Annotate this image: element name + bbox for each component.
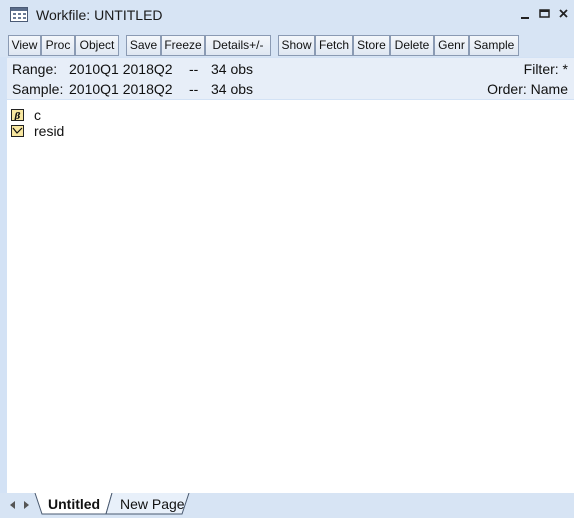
window-title: Workfile: UNTITLED (36, 7, 163, 23)
view-button[interactable]: View (8, 35, 41, 56)
restore-button[interactable] (536, 6, 552, 24)
svg-text:β: β (14, 112, 21, 120)
order-text[interactable]: Order: Name (487, 81, 568, 97)
page-tab-bar: Untitled New Page (0, 493, 574, 518)
maximize-icon (538, 9, 550, 18)
freeze-button[interactable]: Freeze (161, 35, 205, 56)
sample-label: Sample: (12, 81, 64, 97)
proc-button[interactable]: Proc (41, 35, 75, 56)
scroll-right-icon[interactable] (24, 501, 34, 509)
scroll-left-icon[interactable] (10, 501, 20, 509)
filter-text[interactable]: Filter: * (524, 61, 568, 77)
sample-button[interactable]: Sample (469, 35, 519, 56)
coefficient-vector-icon: β (11, 109, 24, 121)
object-name: resid (34, 123, 65, 139)
details-button[interactable]: Details+/- (205, 35, 271, 56)
sample-separator: -- (189, 81, 199, 97)
workfile-icon (10, 7, 28, 22)
minimize-icon (521, 17, 529, 19)
store-button[interactable]: Store (353, 35, 390, 56)
save-button[interactable]: Save (126, 35, 161, 56)
list-item-resid[interactable]: resid (11, 123, 131, 140)
fetch-button[interactable]: Fetch (315, 35, 353, 56)
title-bar[interactable]: Workfile: UNTITLED (0, 0, 574, 33)
show-button[interactable]: Show (278, 35, 315, 56)
list-item-c[interactable]: β c (11, 107, 131, 124)
genr-button[interactable]: Genr (434, 35, 469, 56)
workfile-window: Workfile: UNTITLED View Proc Object Save… (0, 0, 574, 518)
workfile-info-panel: Range: 2010Q1 2018Q2 -- 34 obs Filter: *… (7, 58, 574, 99)
object-button[interactable]: Object (75, 35, 119, 56)
sample-value[interactable]: 2010Q1 2018Q2 (69, 81, 173, 97)
delete-button[interactable]: Delete (390, 35, 434, 56)
object-list: β c resid (7, 100, 574, 493)
tab-untitled[interactable]: Untitled (48, 493, 100, 515)
tab-new-page[interactable]: New Page (120, 493, 185, 515)
range-obs: 34 obs (211, 61, 254, 77)
range-label: Range: (12, 61, 58, 77)
series-icon (11, 125, 24, 137)
toolbar: View Proc Object Save Freeze Details+/- … (0, 33, 574, 57)
close-button[interactable] (555, 6, 571, 24)
close-icon (558, 9, 568, 18)
range-value[interactable]: 2010Q1 2018Q2 (69, 61, 173, 77)
minimize-button[interactable] (517, 6, 533, 24)
range-separator: -- (189, 61, 199, 77)
sample-obs: 34 obs (211, 81, 254, 97)
object-name: c (34, 107, 41, 123)
